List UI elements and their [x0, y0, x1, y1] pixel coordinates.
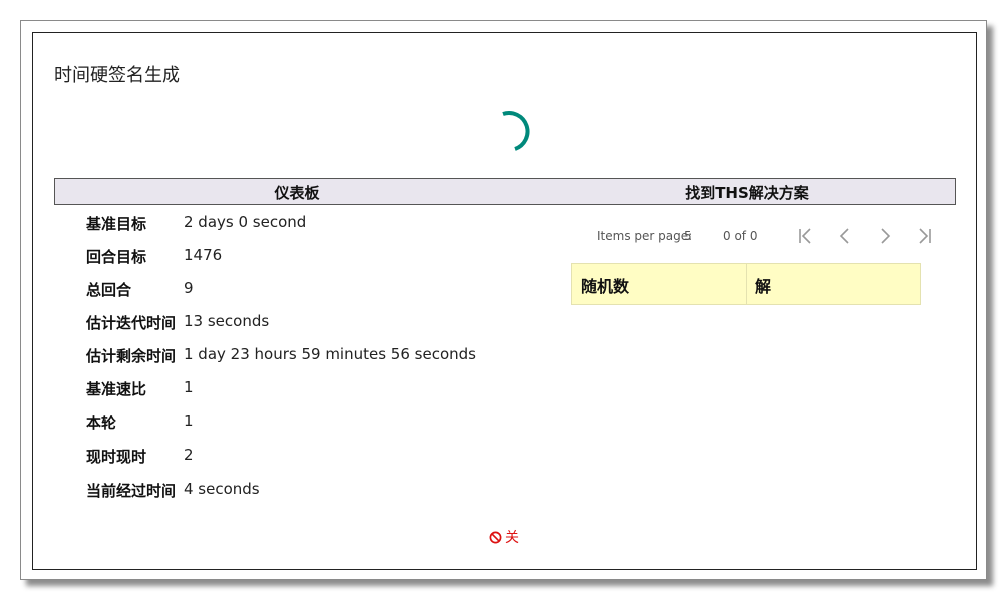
dashboard-label: 估计迭代时间 — [86, 314, 177, 332]
dashboard-value: 9 — [184, 279, 194, 297]
dialog-title: 时间硬签名生成 — [54, 65, 180, 86]
dashboard-label: 本轮 — [86, 414, 117, 432]
items-per-page-label: Items per page: — [597, 229, 693, 243]
dashboard-label: 总回合 — [86, 281, 132, 299]
dashboard-label: 现时现时 — [86, 448, 147, 466]
dashboard-value: 1 — [184, 378, 194, 396]
dialog-content: 时间硬签名生成 仪表板 找到THS解决方案 基准目标 2 days 0 seco… — [32, 32, 977, 570]
dashboard-label: 估计剩余时间 — [86, 347, 177, 365]
page-range-label: 0 of 0 — [723, 229, 758, 243]
section-header-bar: 仪表板 找到THS解决方案 — [54, 178, 956, 205]
first-page-button[interactable] — [793, 223, 817, 249]
dashboard-label: 当前经过时间 — [86, 482, 177, 500]
dashboard-value: 2 — [184, 446, 194, 464]
dashboard-value: 1 — [184, 412, 194, 430]
dashboard-value: 2 days 0 second — [184, 213, 307, 231]
loading-spinner-icon — [502, 111, 530, 151]
solutions-header: 找到THS解决方案 — [685, 184, 809, 202]
last-page-button[interactable] — [913, 223, 937, 249]
items-per-page-select[interactable]: 5 — [684, 229, 692, 243]
close-button[interactable]: 关 — [489, 527, 519, 547]
dashboard-header: 仪表板 — [274, 184, 320, 202]
dashboard-value: 13 seconds — [184, 312, 270, 330]
solutions-table: 随机数 解 — [571, 263, 921, 305]
dashboard-label: 基准目标 — [86, 215, 147, 233]
first-page-icon — [799, 228, 811, 244]
close-label: 关 — [505, 530, 519, 546]
dashboard-value: 4 seconds — [184, 480, 260, 498]
dashboard-value: 1476 — [184, 246, 223, 264]
column-header-nonce[interactable]: 随机数 — [572, 264, 747, 304]
dashboard-label: 回合目标 — [86, 248, 147, 266]
last-page-icon — [919, 228, 931, 244]
dialog-frame: 时间硬签名生成 仪表板 找到THS解决方案 基准目标 2 days 0 seco… — [20, 20, 987, 580]
previous-page-button[interactable] — [833, 223, 857, 249]
dashboard-value: 1 day 23 hours 59 minutes 56 seconds — [184, 345, 476, 363]
chevron-left-icon — [839, 228, 849, 244]
next-page-button[interactable] — [873, 223, 897, 249]
dashboard-label: 基准速比 — [86, 380, 147, 398]
ban-icon — [489, 531, 502, 543]
chevron-right-icon — [881, 228, 891, 244]
column-header-solution[interactable]: 解 — [747, 264, 920, 304]
